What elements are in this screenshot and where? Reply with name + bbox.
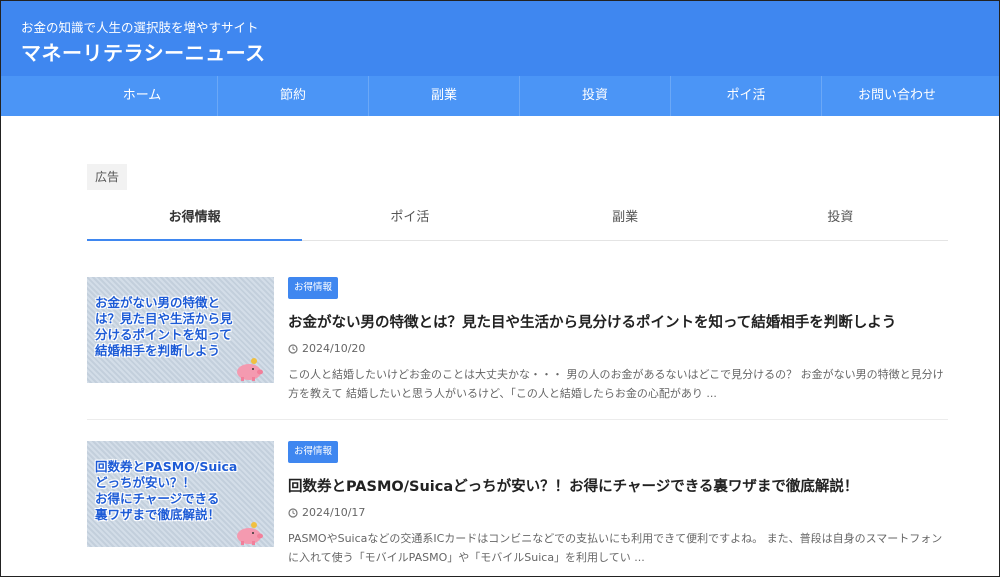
category-badge[interactable]: お得情報 xyxy=(288,277,339,299)
nav-item-point-activity[interactable]: ポイ活 xyxy=(671,76,822,116)
article-date-row: 2024/10/20 xyxy=(288,342,365,355)
article-divider xyxy=(87,419,948,420)
tab-side-job[interactable]: 副業 xyxy=(518,200,733,240)
nav-item-side-job[interactable]: 副業 xyxy=(369,76,520,116)
article-excerpt: この人と結婚したいけどお金のことは大丈夫かな・・・ 男の人のお金があるないはどこ… xyxy=(288,368,944,400)
category-tabs: お得情報 ポイ活 副業 投資 xyxy=(87,200,948,241)
site-title[interactable]: マネーリテラシーニュース xyxy=(21,37,266,66)
site-header: お金の知識で人生の選択肢を増やすサイト マネーリテラシーニュース xyxy=(1,1,999,76)
article-date-row: 2024/10/17 xyxy=(288,506,365,519)
article-thumbnail[interactable]: 回数券とPASMO/Suica どっちが安い？！ お得にチャージできる 裏ワザま… xyxy=(87,441,274,547)
article-title[interactable]: お金がない男の特徴とは？見た目や生活から見分けるポイントを知って結婚相手を判断し… xyxy=(288,311,948,332)
thumbnail-caption: お金がない男の特徴と は？見た目や生活から見 分けるポイントを知って 結婚相手を… xyxy=(95,295,233,358)
article-card[interactable]: お金がない男の特徴と は？見た目や生活から見 分けるポイントを知って 結婚相手を… xyxy=(87,277,948,400)
article-date: 2024/10/20 xyxy=(302,342,366,355)
article-date: 2024/10/17 xyxy=(302,506,366,519)
global-nav: ホーム 節約 副業 投資 ポイ活 お問い合わせ xyxy=(1,76,999,116)
thumbnail-caption: 回数券とPASMO/Suica どっちが安い？！ お得にチャージできる 裏ワザま… xyxy=(95,459,238,522)
tab-deals[interactable]: お得情報 xyxy=(87,200,303,241)
tab-point-activity[interactable]: ポイ活 xyxy=(302,200,517,240)
nav-item-saving[interactable]: 節約 xyxy=(218,76,369,116)
article-excerpt: PASMOやSuicaなどの交通系ICカードはコンビニなどでの支払いにも利用でき… xyxy=(288,532,943,564)
nav-item-investment[interactable]: 投資 xyxy=(520,76,671,116)
article-card[interactable]: 回数券とPASMO/Suica どっちが安い？！ お得にチャージできる 裏ワザま… xyxy=(87,441,948,564)
ad-label: 広告 xyxy=(87,164,127,190)
article-title[interactable]: 回数券とPASMO/Suicaどっちが安い？！お得にチャージできる裏ワザまで徹底… xyxy=(288,475,948,496)
nav-item-contact[interactable]: お問い合わせ xyxy=(822,76,972,116)
piggy-bank-icon xyxy=(237,522,263,545)
piggy-bank-icon xyxy=(237,358,263,381)
category-badge[interactable]: お得情報 xyxy=(288,441,339,463)
site-tagline: お金の知識で人生の選択肢を増やすサイト xyxy=(21,20,259,35)
update-icon xyxy=(288,507,298,518)
article-thumbnail[interactable]: お金がない男の特徴と は？見た目や生活から見 分けるポイントを知って 結婚相手を… xyxy=(87,277,274,383)
update-icon xyxy=(288,343,298,354)
nav-item-home[interactable]: ホーム xyxy=(67,76,218,116)
tab-investment[interactable]: 投資 xyxy=(733,200,948,240)
